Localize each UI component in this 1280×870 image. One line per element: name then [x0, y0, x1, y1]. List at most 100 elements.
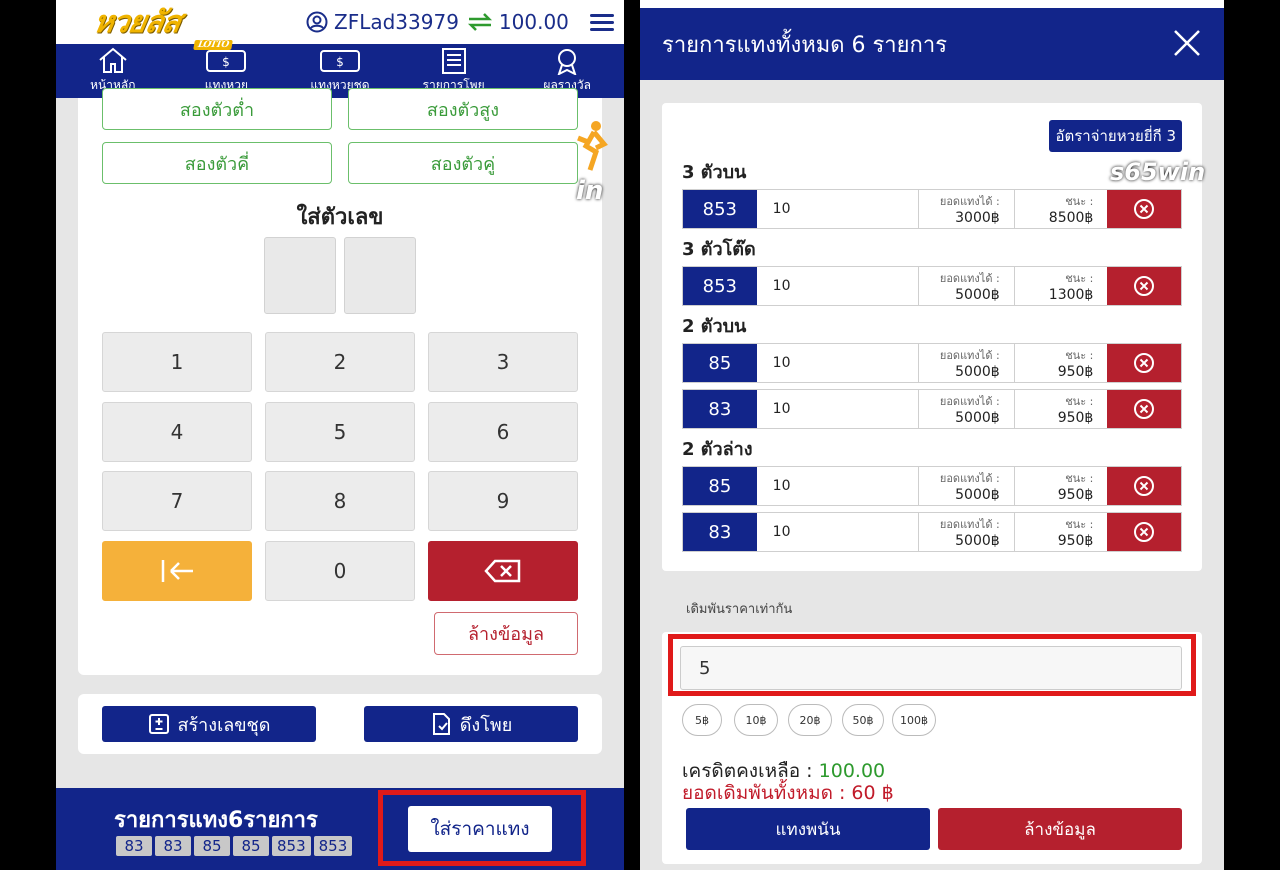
option-two-even[interactable]: สองตัวคู่ — [348, 142, 578, 184]
key-3[interactable]: 3 — [428, 332, 578, 392]
watermark: in — [576, 120, 624, 206]
bet-count-title: รายการแทง6รายการ — [114, 808, 318, 833]
place-bet-button[interactable]: แทงพนัน — [686, 808, 930, 850]
can-bet-cell: ยอดแทงได้ :5000฿ — [918, 467, 1014, 505]
enter-number-title: ใส่ตัวเลข — [296, 205, 384, 230]
option-two-odd[interactable]: สองตัวคี่ — [102, 142, 332, 184]
create-set-button[interactable]: สร้างเลขชุด — [102, 706, 316, 742]
bet-amount[interactable]: 10 — [757, 390, 918, 428]
total-bet: ยอดเดิมพันทั้งหมด : 60 ฿ — [682, 782, 894, 804]
key-5[interactable]: 5 — [265, 402, 415, 462]
modal-title: รายการแทงทั้งหมด 6 รายการ — [662, 32, 948, 58]
option-two-high[interactable]: สองตัวสูง — [348, 88, 578, 130]
backspace-icon — [484, 559, 521, 583]
bet-summary-bar: รายการแทง6รายการ 83 83 85 85 853 853 ใส่… — [56, 788, 624, 870]
bet-chip: 85 — [194, 836, 230, 856]
bet-row: 83 10 ยอดแทงได้ :5000฿ ชนะ :950฿ — [682, 512, 1182, 552]
username: ZFLad33979 — [334, 10, 459, 34]
user-icon — [306, 11, 328, 33]
remove-button[interactable] — [1107, 344, 1181, 382]
can-bet-cell: ยอดแทงได้ :3000฿ — [918, 190, 1014, 228]
left-phone-screen: หวยลัส LOTTO ZFLad33979 100.00 หน้าหลัก $… — [56, 0, 624, 870]
win-cell: ชนะ :1300฿ — [1013, 267, 1108, 305]
bet-amount[interactable]: 10 — [757, 267, 918, 305]
option-two-low[interactable]: สองตัวต่ำ — [102, 88, 332, 130]
watermark: s65win — [1110, 158, 1206, 186]
quick-amount-20[interactable]: 20฿ — [788, 704, 832, 736]
bet-number: 85 — [683, 344, 757, 382]
remove-circle-icon — [1134, 399, 1155, 419]
can-bet-cell: ยอดแทงได้ :5000฿ — [918, 513, 1014, 551]
bet-amount[interactable]: 10 — [757, 467, 918, 505]
highlight-frame — [668, 634, 1196, 696]
remove-circle-icon — [1134, 276, 1155, 296]
remove-button[interactable] — [1107, 190, 1181, 228]
can-bet-cell: ยอดแทงได้ :5000฿ — [918, 267, 1014, 305]
quick-amount-100[interactable]: 100฿ — [892, 704, 936, 736]
top-strip — [640, 0, 1224, 8]
back-key[interactable] — [102, 541, 252, 601]
menu-icon[interactable] — [590, 13, 614, 31]
bet-amount[interactable]: 10 — [757, 513, 918, 551]
remove-button[interactable] — [1107, 390, 1181, 428]
digit-slot-1[interactable] — [264, 237, 336, 314]
award-icon — [557, 49, 577, 75]
refresh-icon[interactable] — [465, 11, 495, 33]
bet-number: 83 — [683, 390, 757, 428]
create-set-label: สร้างเลขชุด — [177, 714, 271, 736]
modal-header: รายการแทงทั้งหมด 6 รายการ — [640, 8, 1224, 80]
key-8[interactable]: 8 — [265, 471, 415, 531]
same-price-label: เดิมพันราคาเท่ากัน — [686, 602, 793, 617]
pull-slip-button[interactable]: ดึงโพย — [364, 706, 578, 742]
bet-amount[interactable]: 10 — [757, 190, 918, 228]
list-icon — [441, 48, 466, 74]
remove-circle-icon — [1134, 476, 1155, 496]
remove-button[interactable] — [1107, 513, 1181, 551]
remove-button[interactable] — [1107, 267, 1181, 305]
win-cell: ชนะ :950฿ — [1013, 467, 1108, 505]
payout-rate-button[interactable]: อัตราจ่ายหวยยี่กี 3 — [1049, 120, 1182, 152]
bet-amount[interactable]: 10 — [757, 344, 918, 382]
bet-chip: 853 — [272, 836, 311, 856]
digit-slot-2[interactable] — [344, 237, 416, 314]
quick-amount-10[interactable]: 10฿ — [734, 704, 778, 736]
quick-amount-5[interactable]: 5฿ — [682, 704, 722, 736]
quick-amount-50[interactable]: 50฿ — [842, 704, 884, 736]
win-cell: ชนะ :950฿ — [1013, 390, 1108, 428]
win-cell: ชนะ :8500฿ — [1013, 190, 1108, 228]
bet-row: 85 10 ยอดแทงได้ :5000฿ ชนะ :950฿ — [682, 343, 1182, 383]
remove-button[interactable] — [1107, 467, 1181, 505]
win-cell: ชนะ :950฿ — [1013, 344, 1108, 382]
key-9[interactable]: 9 — [428, 471, 578, 531]
group-title: 3 ตัวบน — [682, 162, 747, 183]
back-arrow-icon — [161, 560, 193, 582]
key-0[interactable]: 0 — [265, 541, 415, 601]
plus-minus-icon — [148, 714, 169, 734]
key-7[interactable]: 7 — [102, 471, 252, 531]
key-6[interactable]: 6 — [428, 402, 578, 462]
key-1[interactable]: 1 — [102, 332, 252, 392]
bet-number-chips: 83 83 85 85 853 853 — [116, 836, 353, 856]
remove-circle-icon — [1134, 522, 1155, 542]
brand-logo[interactable]: หวยลัส LOTTO — [90, 0, 258, 50]
user-info: ZFLad33979 100.00 — [306, 10, 569, 34]
action-card: สร้างเลขชุด ดึงโพย — [78, 694, 602, 754]
remove-circle-icon — [1134, 353, 1155, 373]
svg-text:$: $ — [223, 55, 231, 69]
number-entry-card: สองตัวต่ำ สองตัวสูง สองตัวคี่ สองตัวคู่ … — [78, 88, 602, 675]
group-title: 2 ตัวล่าง — [682, 439, 753, 460]
svg-text:$: $ — [336, 55, 344, 69]
top-bar: หวยลัส LOTTO ZFLad33979 100.00 — [56, 0, 624, 50]
bet-chip: 83 — [155, 836, 191, 856]
clear-data-button[interactable]: ล้างข้อมูล — [938, 808, 1182, 850]
clear-input-button[interactable]: ล้างข้อมูล — [434, 612, 578, 655]
bet-chip: 83 — [116, 836, 152, 856]
close-icon[interactable] — [1172, 28, 1202, 58]
can-bet-cell: ยอดแทงได้ :5000฿ — [918, 344, 1014, 382]
bet-number: 853 — [683, 267, 757, 305]
bet-number: 83 — [683, 513, 757, 551]
key-2[interactable]: 2 — [265, 332, 415, 392]
key-4[interactable]: 4 — [102, 402, 252, 462]
group-title: 3 ตัวโต๊ด — [682, 239, 756, 260]
delete-key[interactable] — [428, 541, 578, 601]
